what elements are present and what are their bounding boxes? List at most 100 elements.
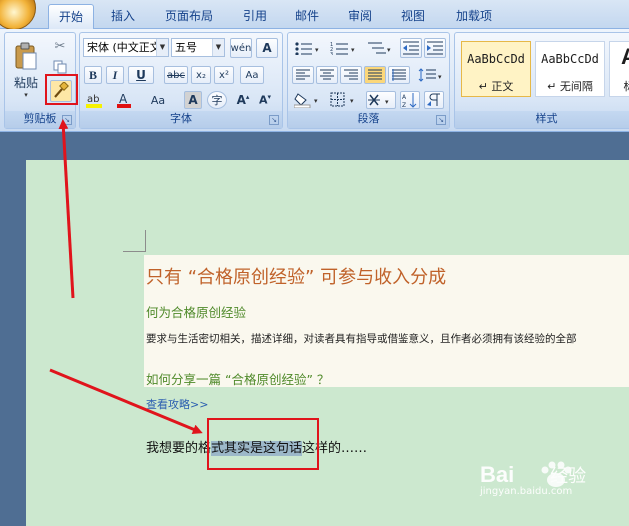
- enclose-characters-button[interactable]: 字: [207, 91, 227, 109]
- multilevel-list-icon: ▾: [368, 42, 391, 54]
- borders-button[interactable]: ▾: [328, 91, 360, 109]
- style-sample: AaBbCcDd: [467, 52, 525, 66]
- tab-addins[interactable]: 加载项: [445, 4, 503, 29]
- paste-button[interactable]: 粘贴 ▾: [9, 37, 43, 103]
- justify-button[interactable]: [364, 66, 386, 84]
- highlighter-icon: ab: [86, 94, 102, 108]
- phonetic-guide-button[interactable]: wén: [230, 38, 252, 58]
- underline-button[interactable]: U: [128, 66, 154, 84]
- paste-dropdown-icon[interactable]: ▾: [24, 91, 28, 99]
- style-heading[interactable]: A 标: [609, 41, 629, 97]
- increase-indent-button[interactable]: [424, 38, 446, 58]
- bullets-icon: ▾: [295, 42, 319, 55]
- show-marks-button[interactable]: [424, 91, 444, 109]
- sort-button[interactable]: AZ: [400, 91, 420, 109]
- cut-button[interactable]: ✂: [51, 37, 69, 55]
- office-button[interactable]: [0, 0, 36, 30]
- clipboard-launcher-icon[interactable]: ↘: [62, 115, 72, 125]
- clear-format-button[interactable]: A: [256, 38, 278, 58]
- paw-icon: [541, 461, 572, 487]
- style-name: ↵ 正文: [478, 80, 514, 93]
- tab-insert[interactable]: 插入: [100, 4, 146, 29]
- margin-marker: [123, 251, 145, 252]
- tab-review[interactable]: 审阅: [337, 4, 383, 29]
- sort-icon: AZ: [402, 93, 417, 108]
- copy-icon: [53, 60, 67, 74]
- tab-page-layout[interactable]: 页面布局: [155, 4, 223, 29]
- paste-icon: [15, 42, 37, 69]
- scissors-icon: ✂: [54, 38, 66, 54]
- increase-indent-icon: [427, 41, 443, 55]
- paint-bucket-icon: ▾: [294, 93, 318, 108]
- change-case-button[interactable]: Aa: [240, 66, 264, 84]
- svg-text:▾: ▾: [350, 97, 354, 105]
- font-size-combo[interactable]: 五号 ▼: [171, 38, 225, 57]
- tab-home[interactable]: 开始: [48, 4, 94, 29]
- style-no-spacing[interactable]: AaBbCcDd ↵ 无间隔: [535, 41, 605, 97]
- grow-font-button[interactable]: A▴: [234, 91, 252, 109]
- align-right-icon: [344, 69, 358, 80]
- tab-mailings[interactable]: 邮件: [284, 4, 330, 29]
- paragraph-launcher-icon[interactable]: ↘: [436, 115, 446, 125]
- svg-text:▾: ▾: [315, 46, 319, 54]
- svg-text:▾: ▾: [387, 46, 391, 54]
- svg-text:ab: ab: [87, 94, 99, 105]
- paragraph-mark-icon: [427, 93, 440, 106]
- subscript-button[interactable]: x₂: [191, 66, 211, 84]
- align-right-button[interactable]: [340, 66, 362, 84]
- document-heading: 只有 “合格原创经验” 可参与收入分成: [146, 267, 447, 288]
- distributed-button[interactable]: [388, 66, 410, 84]
- change-case-dropdown[interactable]: Aa: [144, 91, 172, 109]
- numbering-icon: 123▾: [330, 42, 355, 55]
- grow-font-icon: A▴: [236, 93, 250, 107]
- shading-button[interactable]: ▾: [292, 91, 324, 109]
- bullets-button[interactable]: ▾: [292, 38, 324, 58]
- shrink-font-button[interactable]: A▾: [256, 91, 274, 109]
- font-group-label: 字体: [80, 111, 282, 128]
- format-painter-highlight-box: [45, 74, 78, 105]
- change-case-icon: Aa: [245, 69, 259, 81]
- tab-view[interactable]: 视图: [390, 4, 436, 29]
- style-name: ↵ 无间隔: [547, 80, 593, 93]
- font-launcher-icon[interactable]: ↘: [269, 115, 279, 125]
- strikethrough-button[interactable]: abc: [164, 66, 188, 84]
- tab-references[interactable]: 引用: [232, 4, 278, 29]
- clear-format-icon: A: [262, 41, 272, 55]
- font-size-value: 五号: [175, 41, 197, 54]
- superscript-button[interactable]: x²: [214, 66, 234, 84]
- italic-button[interactable]: I: [106, 66, 124, 84]
- align-center-icon: [320, 69, 334, 80]
- multilevel-list-button[interactable]: ▾: [364, 38, 396, 58]
- chinese-layout-icon: ▾: [368, 94, 389, 106]
- decrease-indent-icon: [403, 41, 419, 55]
- align-center-button[interactable]: [316, 66, 338, 84]
- svg-text:3: 3: [330, 52, 333, 55]
- style-normal[interactable]: AaBbCcDd ↵ 正文: [461, 41, 531, 97]
- bold-button[interactable]: B: [84, 66, 102, 84]
- document-scroll-area: [0, 133, 629, 160]
- font-color-icon: A: [117, 92, 131, 108]
- numbering-button[interactable]: 1 2 3 ▾: [328, 38, 360, 58]
- view-guide-link[interactable]: 查看攻略>>: [146, 396, 208, 412]
- style-name: 标: [610, 78, 629, 94]
- character-shading-button[interactable]: A: [184, 91, 202, 109]
- margin-marker: [145, 230, 146, 252]
- svg-text:A: A: [119, 92, 128, 106]
- document-subheading: 何为合格原创经验: [146, 305, 247, 320]
- highlight-button[interactable]: ab: [84, 91, 110, 109]
- baidu-jingyan-watermark: Bai 经验 jingyan.baidu.com: [480, 461, 586, 497]
- decrease-indent-button[interactable]: [400, 38, 422, 58]
- font-name-value: 宋体 (中文正文): [87, 41, 166, 54]
- ribbon: 粘贴 ▾ ✂ 剪贴板 ↘ 宋体 (中文正文) ▼ 五号 ▼ wén A B I …: [0, 29, 629, 132]
- align-left-button[interactable]: [292, 66, 314, 84]
- chinese-layout-button[interactable]: ▾: [366, 91, 396, 109]
- line-spacing-button[interactable]: ▾: [416, 66, 446, 84]
- selection-highlight-box: [207, 418, 319, 470]
- chevron-down-icon[interactable]: ▼: [156, 39, 168, 56]
- font-name-combo[interactable]: 宋体 (中文正文) ▼: [83, 38, 169, 57]
- svg-text:A: A: [402, 94, 407, 101]
- font-color-button[interactable]: A: [114, 91, 140, 109]
- chevron-down-icon[interactable]: ▼: [212, 39, 224, 56]
- styles-group: AaBbCcDd ↵ 正文 AaBbCcDd ↵ 无间隔 A 标 样式: [454, 32, 629, 129]
- svg-text:▾: ▾: [438, 73, 442, 81]
